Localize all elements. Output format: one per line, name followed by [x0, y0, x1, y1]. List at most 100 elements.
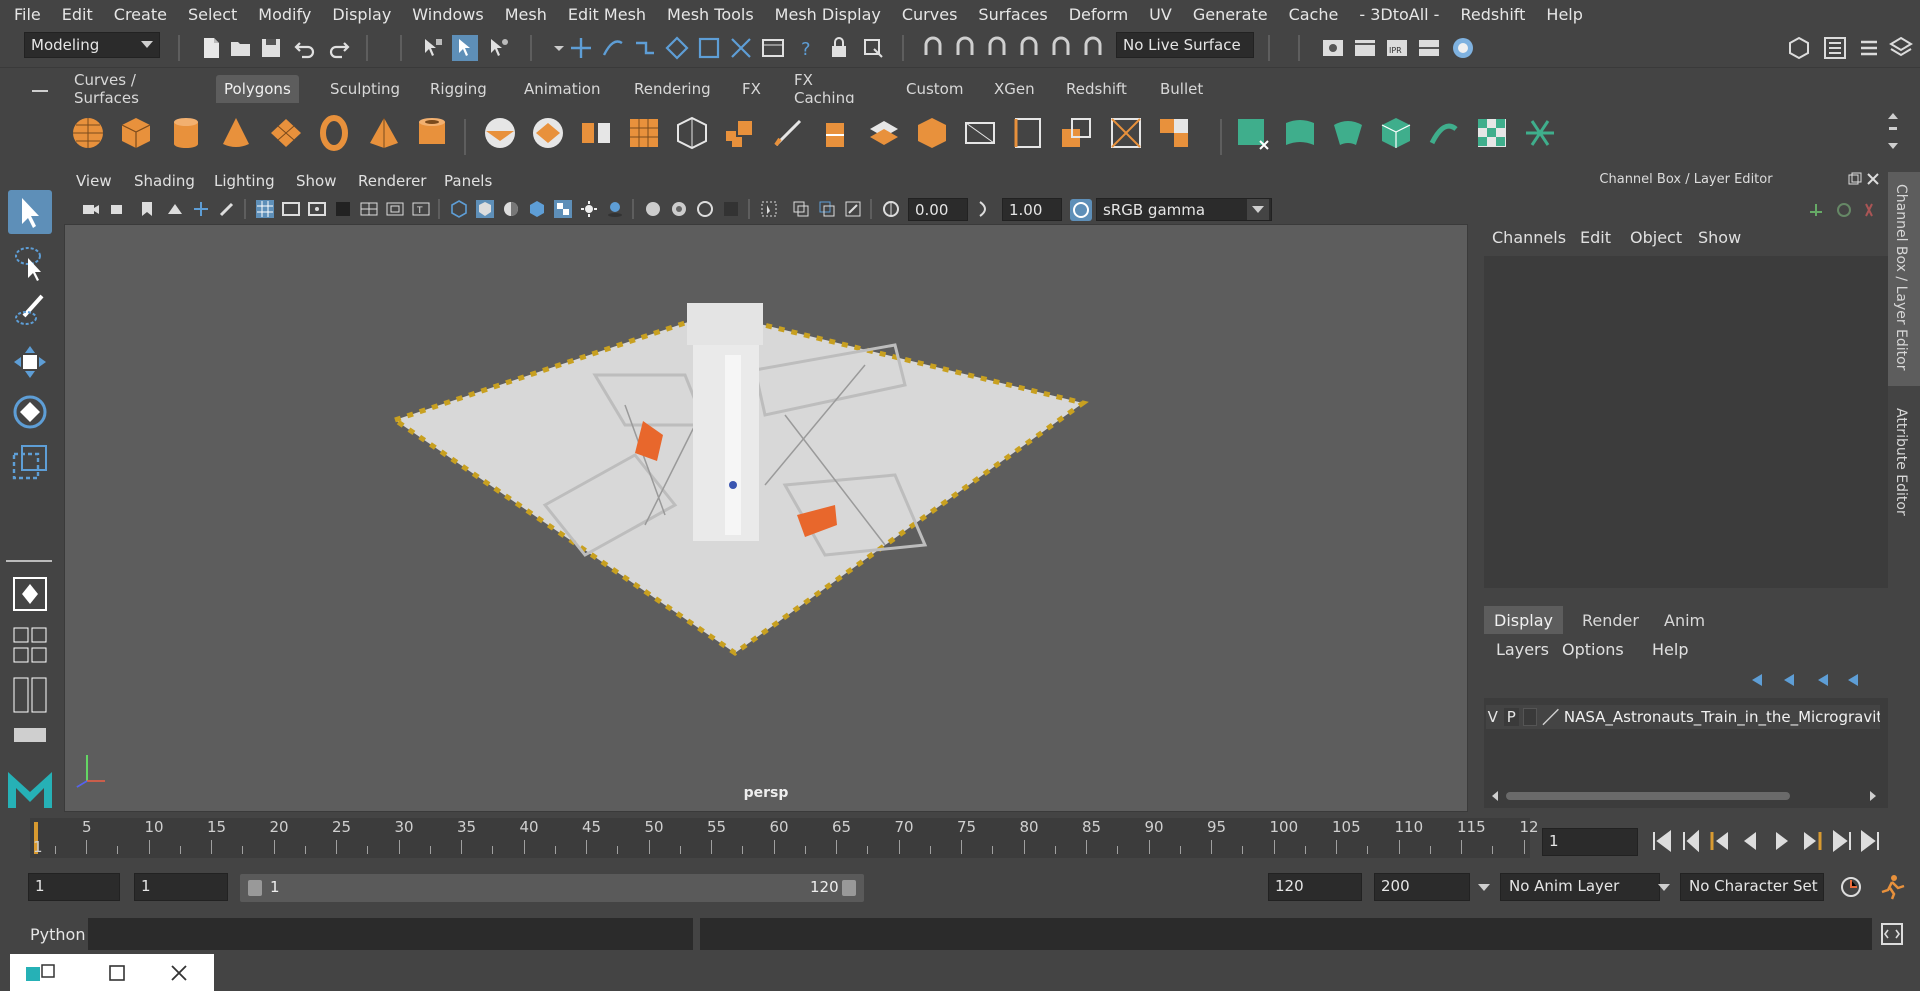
menu-help[interactable]: Help	[1546, 5, 1582, 24]
quad-draw-icon[interactable]	[1108, 115, 1144, 151]
field-chart-icon[interactable]	[360, 200, 378, 218]
menu-curves[interactable]: Curves	[902, 5, 958, 24]
screen-space-ao-icon[interactable]	[644, 200, 662, 218]
menu-modify[interactable]: Modify	[258, 5, 311, 24]
poly-pyramid-icon[interactable]	[366, 115, 402, 151]
layer-horizontal-scrollbar[interactable]	[1490, 789, 1880, 803]
shelf-tab-sculpting[interactable]: Sculpting	[322, 75, 408, 103]
menu-windows[interactable]: Windows	[412, 5, 483, 24]
maximize-icon[interactable]	[108, 964, 126, 982]
gamma-field[interactable]: 1.00	[1002, 198, 1062, 221]
reduce-icon[interactable]	[1156, 115, 1192, 151]
vp-menu-panels[interactable]: Panels	[444, 172, 492, 190]
multi-cut-icon[interactable]	[770, 115, 806, 151]
default-material-icon[interactable]	[502, 200, 520, 218]
menu-select[interactable]: Select	[188, 5, 237, 24]
layer-tab-display[interactable]: Display	[1484, 606, 1563, 634]
snap-surface-icon[interactable]	[696, 35, 722, 61]
layer-playback-toggle[interactable]: P	[1503, 708, 1519, 726]
step-back-frame-icon[interactable]	[1710, 832, 1728, 850]
wireframe-icon[interactable]	[450, 200, 468, 218]
cb-menu-edit[interactable]: Edit	[1580, 228, 1611, 247]
attribute-editor-toggle-icon[interactable]	[1856, 35, 1882, 61]
poly-pipe-icon[interactable]	[414, 115, 450, 151]
film-gate-icon[interactable]	[282, 200, 300, 218]
use-all-lights-icon[interactable]	[580, 200, 598, 218]
camera-icon[interactable]	[82, 200, 100, 218]
move-tool[interactable]	[8, 340, 52, 384]
uv-automatic-icon[interactable]	[1378, 115, 1414, 151]
poly-cube-icon[interactable]	[118, 115, 154, 151]
render-settings-icon[interactable]	[1320, 35, 1346, 61]
poly-cylinder-icon[interactable]	[168, 115, 204, 151]
menu-edit[interactable]: Edit	[62, 5, 93, 24]
side-tab-channel-box[interactable]: Channel Box / Layer Editor	[1893, 184, 1909, 370]
playback-start-field[interactable]: 1	[134, 873, 228, 901]
target-weld-icon[interactable]	[1010, 115, 1046, 151]
select-tool[interactable]	[8, 190, 52, 234]
scene-start-field[interactable]: 1	[28, 873, 120, 901]
separate-icon[interactable]	[530, 115, 566, 151]
grid-toggle-icon[interactable]	[256, 200, 274, 218]
menu-mesh-tools[interactable]: Mesh Tools	[667, 5, 754, 24]
current-frame-field[interactable]: 1	[1542, 828, 1638, 856]
poly-sphere-icon[interactable]	[70, 115, 106, 151]
menu-generate[interactable]: Generate	[1193, 5, 1268, 24]
select-by-object-icon[interactable]	[452, 35, 478, 61]
motion-blur-icon[interactable]	[670, 200, 688, 218]
playback-end-field[interactable]: 120	[1268, 873, 1362, 901]
exposure-icon[interactable]	[882, 200, 900, 218]
manip-icons[interactable]	[1806, 200, 1876, 220]
bridge-icon[interactable]	[914, 115, 950, 151]
smooth-shade-icon[interactable]	[476, 200, 494, 218]
preferences-run-icon[interactable]	[1878, 874, 1906, 900]
magnet-snap-4-icon[interactable]	[1016, 35, 1042, 61]
command-language-label[interactable]: Python	[30, 925, 85, 944]
menu-edit-mesh[interactable]: Edit Mesh	[568, 5, 646, 24]
paint-select-tool[interactable]	[8, 290, 52, 334]
stack-icon[interactable]	[866, 115, 902, 151]
anim-layer-select[interactable]: No Anim Layer	[1478, 873, 1660, 901]
layer-tab-anim[interactable]: Anim	[1654, 606, 1715, 634]
extrude-icon[interactable]	[722, 115, 758, 151]
shelf-tab-rendering[interactable]: Rendering	[626, 75, 719, 103]
snap-point-icon[interactable]	[632, 35, 658, 61]
script-editor-icon[interactable]	[1880, 922, 1904, 946]
le-menu-help[interactable]: Help	[1652, 640, 1688, 659]
vp-menu-show[interactable]: Show	[296, 172, 336, 190]
step-forward-frame-icon[interactable]	[1804, 832, 1822, 850]
perspective-viewport[interactable]: persp	[64, 224, 1468, 812]
uv-checker-icon[interactable]	[1474, 115, 1510, 151]
textured-icon[interactable]	[554, 200, 572, 218]
time-slider[interactable]: 1 5 10 15 20 25 30 35 40 45 50 55 60 65 70 75 80 85 90 95 1…	[30, 818, 1539, 858]
modeling-toolkit-icon[interactable]	[1786, 35, 1812, 61]
shelf-tab-rigging[interactable]: Rigging	[422, 75, 495, 103]
smooth-icon[interactable]	[626, 115, 662, 151]
xray-active-icon[interactable]	[818, 200, 836, 218]
shelf-scroll-icon[interactable]	[1886, 111, 1900, 151]
cb-menu-object[interactable]: Object	[1630, 228, 1682, 247]
uv-cut-sew-icon[interactable]	[1426, 115, 1462, 151]
redo-icon[interactable]	[326, 35, 352, 61]
side-tab-attribute-editor[interactable]: Attribute Editor	[1893, 408, 1909, 516]
anti-aliasing-icon[interactable]	[696, 200, 714, 218]
help-icon[interactable]: ?	[794, 35, 820, 61]
insert-edge-loop-icon[interactable]	[818, 115, 854, 151]
snap-vertex-icon[interactable]	[728, 35, 754, 61]
vp-menu-lighting[interactable]: Lighting	[214, 172, 275, 190]
outliner-layout[interactable]	[8, 676, 52, 716]
lock-icon[interactable]	[826, 35, 852, 61]
select-by-component-icon[interactable]	[486, 35, 512, 61]
gate-mask-icon[interactable]	[334, 200, 352, 218]
menu-uv[interactable]: UV	[1149, 5, 1172, 24]
menu-file[interactable]: File	[14, 5, 41, 24]
render-frame-icon[interactable]	[1352, 35, 1378, 61]
undo-icon[interactable]	[292, 35, 318, 61]
open-scene-icon[interactable]	[228, 35, 254, 61]
channel-box-toggle-icon[interactable]	[1822, 35, 1848, 61]
play-backward-icon[interactable]	[1744, 832, 1756, 850]
resolution-gate-icon[interactable]	[308, 200, 326, 218]
range-start-handle[interactable]	[248, 880, 262, 896]
menu-deform[interactable]: Deform	[1069, 5, 1128, 24]
2d-pan-zoom-icon[interactable]	[192, 200, 210, 218]
